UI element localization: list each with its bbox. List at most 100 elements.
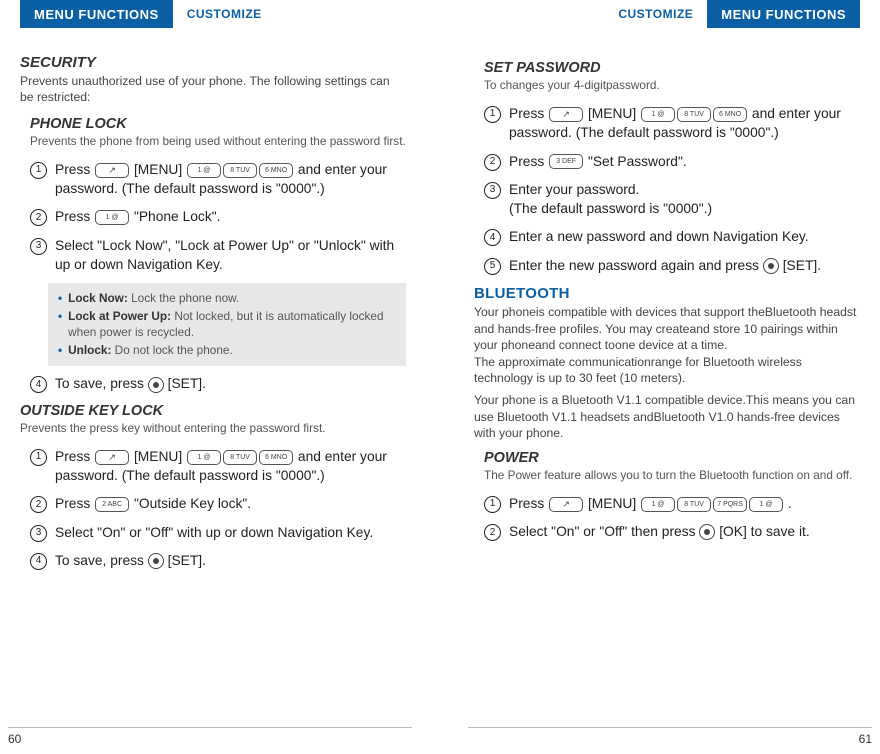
- phonelock-step-1: 1 Press [MENU] 1 @8 TUV6 MNO and enter y…: [30, 160, 406, 199]
- setpw-step-4: 4 Enter a new password and down Navigati…: [484, 227, 860, 246]
- key-6: 6 MNO: [713, 107, 747, 122]
- ok-key-icon: [699, 524, 715, 540]
- page-number-right: 61: [859, 732, 872, 746]
- okl-step-2: 2 Press 2 ABC "Outside Key lock".: [30, 494, 406, 513]
- step-number: 3: [30, 238, 47, 255]
- ok-key-icon: [148, 377, 164, 393]
- okl-step-1: 1 Press [MENU] 1 @8 TUV6 MNO and enter y…: [30, 447, 406, 486]
- right-content: SET PASSWORD To changes your 4-digitpass…: [474, 28, 860, 541]
- step-text: To save, press [SET].: [55, 374, 406, 393]
- okl-step-3: 3 Select "On" or "Off" with up or down N…: [30, 523, 406, 542]
- key-1: 1 @: [749, 497, 783, 512]
- step-number: 3: [30, 525, 47, 542]
- key-6: 6 MNO: [259, 163, 293, 178]
- phonelock-steps-2: 4 To save, press [SET].: [20, 374, 406, 393]
- setpw-step-3: 3 Enter your password. (The default pass…: [484, 180, 860, 219]
- phonelock-step-4: 4 To save, press [SET].: [30, 374, 406, 393]
- step-text: Enter the new password again and press […: [509, 256, 860, 275]
- setpw-step-5: 5 Enter the new password again and press…: [484, 256, 860, 275]
- bluetooth-p3: Your phone is a Bluetooth V1.1 compatibl…: [474, 392, 860, 441]
- security-desc: Prevents unauthorized use of your phone.…: [20, 73, 406, 106]
- power-step-2: 2 Select "On" or "Off" then press [OK] t…: [484, 522, 860, 541]
- key-1: 1 @: [187, 163, 221, 178]
- step-number: 1: [30, 449, 47, 466]
- footer-line: [468, 727, 872, 728]
- bluetooth-title: BLUETOOTH: [474, 285, 860, 302]
- soft-key-icon: [95, 450, 129, 465]
- setpw-steps: 1 Press [MENU] 1 @8 TUV6 MNO and enter y…: [474, 104, 860, 275]
- step-text: Press [MENU] 1 @8 TUV6 MNO and enter you…: [509, 104, 860, 143]
- step-text: Press 2 ABC "Outside Key lock".: [55, 494, 406, 513]
- step-text: Press 3 DEF "Set Password".: [509, 152, 860, 171]
- okl-steps: 1 Press [MENU] 1 @8 TUV6 MNO and enter y…: [20, 447, 406, 571]
- header-right: CUSTOMIZE MENU FUNCTIONS: [474, 0, 860, 28]
- step-text: Enter a new password and down Navigation…: [509, 227, 860, 246]
- step-text: Select "On" or "Off" then press [OK] to …: [509, 522, 860, 541]
- step-number: 3: [484, 182, 501, 199]
- bullet-icon: •: [58, 342, 62, 359]
- power-steps: 1 Press [MENU] 1 @8 TUV7 PQRS1 @ . 2 Sel…: [474, 494, 860, 542]
- step-number: 1: [30, 162, 47, 179]
- bullet-icon: •: [58, 290, 62, 307]
- key-1: 1 @: [641, 497, 675, 512]
- phonelock-step-2: 2 Press 1 @ "Phone Lock".: [30, 207, 406, 226]
- tab-menu-functions: MENU FUNCTIONS: [707, 0, 860, 28]
- bullet-icon: •: [58, 308, 62, 341]
- tab-customize: CUSTOMIZE: [604, 0, 707, 28]
- okl-step-4: 4 To save, press [SET].: [30, 551, 406, 570]
- key-3: 3 DEF: [549, 154, 583, 169]
- step-number: 1: [484, 496, 501, 513]
- step-text: Select "Lock Now", "Lock at Power Up" or…: [55, 236, 406, 275]
- phonelock-step-3: 3 Select "Lock Now", "Lock at Power Up" …: [30, 236, 406, 275]
- page-left: MENU FUNCTIONS CUSTOMIZE SECURITY Preven…: [0, 0, 440, 754]
- security-title: SECURITY: [20, 54, 406, 71]
- phonelock-desc: Prevents the phone from being used witho…: [30, 134, 406, 150]
- soft-key-icon: [95, 163, 129, 178]
- soft-key-icon: [549, 107, 583, 122]
- step-number: 2: [30, 209, 47, 226]
- tab-customize: CUSTOMIZE: [173, 0, 276, 28]
- page-spread: MENU FUNCTIONS CUSTOMIZE SECURITY Preven…: [0, 0, 880, 754]
- step-text: To save, press [SET].: [55, 551, 406, 570]
- step-number: 4: [484, 229, 501, 246]
- phonelock-title: PHONE LOCK: [30, 116, 406, 132]
- key-2: 2 ABC: [95, 497, 129, 512]
- step-number: 2: [30, 496, 47, 513]
- setpw-step-2: 2 Press 3 DEF "Set Password".: [484, 152, 860, 171]
- page-number-left: 60: [8, 732, 21, 746]
- phonelock-callout: •Lock Now: Lock the phone now. •Lock at …: [48, 283, 406, 366]
- bluetooth-p2: The approximate communicationrange for B…: [474, 354, 860, 387]
- step-number: 4: [30, 376, 47, 393]
- callout-row: •Lock at Power Up: Not locked, but it is…: [58, 308, 396, 341]
- step-number: 2: [484, 154, 501, 171]
- step-text: Press [MENU] 1 @8 TUV7 PQRS1 @ .: [509, 494, 860, 513]
- bluetooth-p1: Your phoneis compatible with devices tha…: [474, 304, 860, 353]
- footer-line: [8, 727, 412, 728]
- key-1: 1 @: [641, 107, 675, 122]
- callout-row: •Unlock: Do not lock the phone.: [58, 342, 396, 359]
- ok-key-icon: [763, 258, 779, 274]
- key-7: 7 PQRS: [713, 497, 747, 512]
- soft-key-icon: [549, 497, 583, 512]
- step-text: Select "On" or "Off" with up or down Nav…: [55, 523, 406, 542]
- power-desc: The Power feature allows you to turn the…: [484, 468, 860, 484]
- key-8: 8 TUV: [677, 497, 711, 512]
- step-number: 1: [484, 106, 501, 123]
- key-8: 8 TUV: [223, 450, 257, 465]
- callout-row: •Lock Now: Lock the phone now.: [58, 290, 396, 307]
- step-number: 2: [484, 524, 501, 541]
- page-right: CUSTOMIZE MENU FUNCTIONS SET PASSWORD To…: [440, 0, 880, 754]
- power-title: POWER: [484, 450, 860, 466]
- key-1: 1 @: [187, 450, 221, 465]
- step-number: 4: [30, 553, 47, 570]
- setpw-title: SET PASSWORD: [484, 60, 860, 76]
- phonelock-steps: 1 Press [MENU] 1 @8 TUV6 MNO and enter y…: [20, 160, 406, 275]
- left-content: SECURITY Prevents unauthorized use of yo…: [20, 28, 406, 570]
- header-left: MENU FUNCTIONS CUSTOMIZE: [20, 0, 406, 28]
- tab-menu-functions: MENU FUNCTIONS: [20, 0, 173, 28]
- setpw-step-1: 1 Press [MENU] 1 @8 TUV6 MNO and enter y…: [484, 104, 860, 143]
- setpw-desc: To changes your 4-digitpassword.: [484, 78, 860, 94]
- key-6: 6 MNO: [259, 450, 293, 465]
- step-text: Press [MENU] 1 @8 TUV6 MNO and enter you…: [55, 160, 406, 199]
- key-1: 1 @: [95, 210, 129, 225]
